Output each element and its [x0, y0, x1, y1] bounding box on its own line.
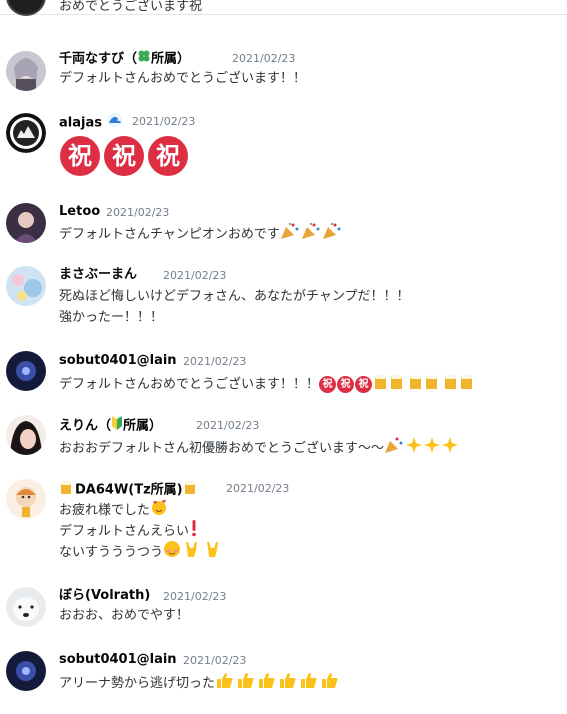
username-suffix: 所属） — [123, 418, 163, 434]
timestamp: 2021/02/23 — [163, 590, 227, 603]
avatar[interactable] — [6, 415, 46, 455]
message-text: おおおデフォルトさん初優勝おめでとうございます〜〜 — [59, 441, 385, 456]
username[interactable]: alajas — [59, 112, 123, 134]
message-text: おおお、おめでやす！ — [59, 608, 190, 623]
avatar[interactable] — [6, 479, 46, 519]
username[interactable]: えりん（ 所属） — [59, 416, 162, 436]
iwai-emoji[interactable]: 祝 — [60, 136, 100, 176]
iwai-emoji: 祝 — [319, 376, 337, 393]
clover-icon — [137, 49, 151, 69]
beer-mug-icon — [183, 479, 199, 501]
message-line: デフォルトさんチャンピオンおめです — [59, 222, 343, 247]
timestamp: 2021/02/23 — [106, 206, 170, 219]
beer-mug-icon — [443, 372, 477, 397]
message-text: デフォルトさんおめでとうございます！！ — [59, 71, 307, 86]
username[interactable]: sobut0401@lain — [59, 352, 177, 370]
iwai-emoji: 祝 — [355, 376, 373, 393]
big-emoji-row: 祝祝祝 — [60, 136, 192, 176]
timestamp: 2021/02/23 — [196, 419, 260, 432]
message-line: ないすうううつう — [59, 540, 224, 565]
username[interactable]: 千両なすび（ 所属） — [59, 49, 190, 69]
party-popper-icon — [280, 222, 300, 247]
thumbs-up-icon — [215, 671, 341, 696]
iwai-emoji[interactable]: 祝 — [104, 136, 144, 176]
timestamp: 2021/02/23 — [226, 482, 290, 495]
party-popper-icon — [384, 436, 404, 461]
avatar[interactable] — [6, 351, 46, 391]
timestamp: 2021/02/23 — [232, 52, 296, 65]
username-text: alajas — [59, 115, 102, 131]
rock-on-icon — [203, 540, 223, 565]
message-text: 強かったー！！！ — [59, 310, 164, 325]
avatar[interactable] — [6, 113, 46, 153]
avatar[interactable] — [6, 587, 46, 627]
beer-mug-icon — [408, 372, 442, 397]
iwai-emoji: 祝 — [337, 376, 355, 393]
username[interactable]: まさぶーまん — [59, 266, 137, 284]
avatar[interactable] — [6, 51, 46, 91]
blush-icon — [163, 540, 181, 565]
message-text: おめでとうございます祝 — [59, 0, 203, 14]
username[interactable]: ぼら(Volrath) — [59, 587, 150, 605]
message-text: デフォルトさんおめでとうございます！！！ — [59, 377, 320, 392]
avatar[interactable] — [6, 266, 46, 306]
message-text: アリーナ勢から逃げ切った — [59, 676, 216, 691]
message-line: デフォルトさんおめでとうございます！！！祝祝祝 — [59, 372, 478, 397]
rock-on-icon — [182, 540, 202, 565]
message-line: おおおデフォルトさん初優勝おめでとうございます〜〜 — [59, 436, 460, 461]
avatar[interactable] — [6, 203, 46, 243]
sparkles-icon — [405, 436, 459, 461]
wave-icon — [107, 112, 123, 134]
timestamp: 2021/02/23 — [132, 115, 196, 128]
message-text: デフォルトさんチャンピオンおめです — [59, 227, 280, 242]
party-popper-icon — [301, 222, 321, 247]
message-text: お疲れ様でした — [59, 503, 151, 518]
timestamp: 2021/02/23 — [183, 654, 247, 667]
message-text: ないすうううつう — [59, 545, 164, 560]
username-text: DA64W(Tz所属) — [75, 482, 183, 498]
message-text: 死ぬほど悔しいけどデフォさん、あなたがチャンプだ！！！ — [59, 289, 410, 304]
username-text: 千両なすび（ — [59, 51, 138, 67]
timestamp: 2021/02/23 — [163, 269, 227, 282]
timestamp: 2021/02/23 — [183, 355, 247, 368]
username[interactable]: Letoo — [59, 203, 100, 221]
username-suffix: 所属） — [151, 51, 191, 67]
message-line: アリーナ勢から逃げ切った — [59, 671, 342, 696]
username-text: えりん（ — [59, 418, 112, 434]
party-popper-icon — [322, 222, 342, 247]
username[interactable]: sobut0401@lain — [59, 651, 177, 669]
iwai-emoji[interactable]: 祝 — [148, 136, 188, 176]
avatar[interactable] — [6, 651, 46, 691]
beer-mug-icon — [373, 372, 407, 397]
message-text: デフォルトさんえらい — [59, 524, 190, 539]
beginner-mark-icon — [111, 416, 123, 436]
